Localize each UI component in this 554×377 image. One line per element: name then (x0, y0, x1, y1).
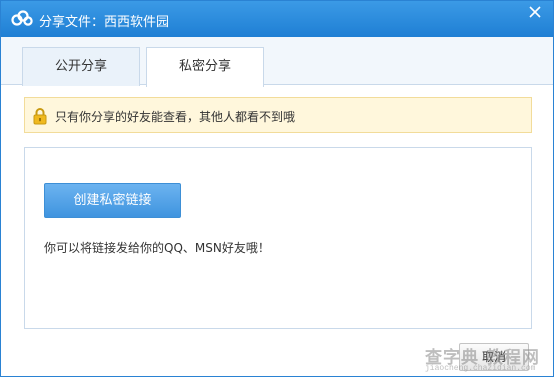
tab-public-share[interactable]: 公开分享 (22, 47, 140, 86)
window-title: 分享文件：西西软件园 (39, 15, 170, 30)
cancel-button[interactable]: 取消 (459, 343, 529, 371)
privacy-notice: 只有你分享的好友能查看，其他人都看不到哦 (24, 97, 532, 133)
cloud-share-icon (11, 9, 33, 29)
close-icon (529, 6, 541, 18)
title-bar[interactable]: 分享文件：西西软件园 (1, 1, 553, 37)
tab-private-share[interactable]: 私密分享 (146, 47, 264, 87)
close-button[interactable] (521, 1, 549, 23)
tab-bar: 公开分享 私密分享 (1, 37, 553, 87)
lock-icon (33, 107, 47, 125)
create-private-link-button[interactable]: 创建私密链接 (44, 183, 181, 218)
notice-text: 只有你分享的好友能查看，其他人都看不到哦 (55, 110, 296, 124)
share-hint-text: 你可以将链接发给你的QQ、MSN好友哦！ (44, 241, 270, 255)
private-share-panel: 创建私密链接 你可以将链接发给你的QQ、MSN好友哦！ (24, 147, 532, 329)
share-dialog: 分享文件：西西软件园 公开分享 私密分享 只有你分享的好友能查看，其他人都看不到… (0, 0, 554, 377)
